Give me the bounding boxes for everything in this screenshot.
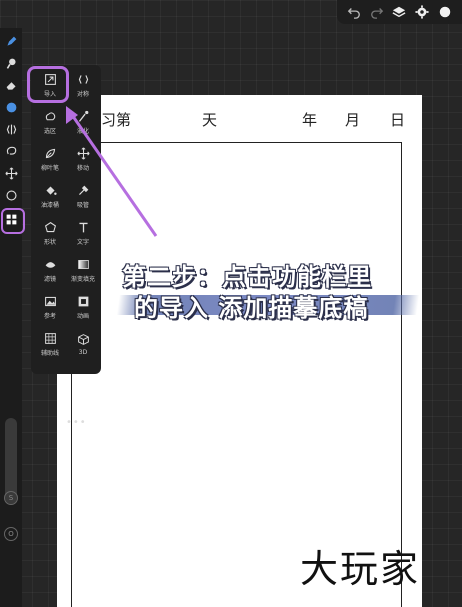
panel-item-reference[interactable]: 参考 <box>34 289 66 325</box>
eyedropper-icon <box>78 185 88 195</box>
move-icon <box>76 146 90 160</box>
symmetry-icon <box>78 74 88 84</box>
month-label: 月 <box>345 111 361 129</box>
caption-line-2: 的导入 添加描摹底稿 <box>134 294 369 322</box>
caption-line-1: 第二步：点击功能栏里 <box>122 263 372 291</box>
panel-item-label: 动画 <box>76 312 89 320</box>
panel-item-paint-bucket[interactable]: 油漆桶 <box>34 178 66 214</box>
top-toolbar <box>337 0 462 24</box>
panel-item-label: 液化 <box>76 127 89 135</box>
color-dot-icon[interactable] <box>2 98 20 116</box>
leaf-pen-icon <box>45 148 55 158</box>
panel-item-3d[interactable]: 3D <box>67 326 99 362</box>
circle-icon[interactable] <box>2 186 20 204</box>
move-icon[interactable] <box>2 164 20 182</box>
canvas-paper[interactable]: 练习第 天 年 月 日 <box>57 95 422 607</box>
panel-item-label: 油漆桶 <box>40 201 59 209</box>
layers-icon[interactable] <box>391 4 407 20</box>
more-icon[interactable]: ••• <box>66 417 87 428</box>
panel-item-liquify[interactable]: 液化 <box>67 104 99 140</box>
color-swatch-icon[interactable] <box>437 4 453 20</box>
paint-bucket-icon <box>45 185 57 195</box>
panel-item-label: 渐变填充 <box>70 275 95 283</box>
selection-icon <box>45 111 55 120</box>
reference-icon <box>44 296 56 306</box>
panel-item-label: 3D <box>78 348 88 356</box>
panel-item-text[interactable]: 文字 <box>67 215 99 251</box>
filter-icon <box>45 261 55 268</box>
smudge-icon[interactable] <box>2 54 20 72</box>
shape-icon <box>44 221 56 232</box>
gradient-icon <box>77 259 89 269</box>
panel-item-filter[interactable]: 滤镜 <box>34 252 66 288</box>
function-panel: 导入 对称 选区 液化 柳叶笔 移动 油漆桶 吸管 形状 文字 滤镜 渐变填充 … <box>31 65 101 428</box>
panel-item-symmetry[interactable]: 对称 <box>67 67 99 103</box>
opacity-indicator: O <box>4 527 18 541</box>
panel-item-eyedropper[interactable]: 吸管 <box>67 178 99 214</box>
panel-item-selection[interactable]: 选区 <box>34 104 66 140</box>
panel-item-label: 对称 <box>76 90 89 98</box>
panel-item-label: 选区 <box>43 127 56 135</box>
guide-icon <box>44 332 56 344</box>
watermark-text: 大玩家 <box>300 547 421 591</box>
panel-item-label: 文字 <box>76 238 89 246</box>
redo-icon[interactable] <box>369 4 385 20</box>
paper-header: 练习第 天 年 月 日 <box>57 109 422 133</box>
eraser-icon[interactable] <box>2 76 20 94</box>
date-label: 日 <box>390 111 406 129</box>
size-indicator: S <box>4 491 18 505</box>
import-highlight <box>27 66 69 103</box>
panel-item-label: 形状 <box>43 238 56 246</box>
panel-item-leaf-pen[interactable]: 柳叶笔 <box>34 141 66 177</box>
symmetry-icon[interactable] <box>2 120 20 138</box>
day-label: 天 <box>202 111 218 129</box>
text-icon <box>78 222 88 232</box>
liquify-icon <box>78 110 88 122</box>
panel-item-guide[interactable]: 辅助线 <box>34 326 66 362</box>
gear-icon[interactable] <box>414 4 430 20</box>
panel-item-label: 柳叶笔 <box>40 164 59 172</box>
panel-item-shape[interactable]: 形状 <box>34 215 66 251</box>
panel-item-label: 滤镜 <box>43 275 56 283</box>
3d-icon <box>77 333 89 345</box>
pen-icon[interactable] <box>2 32 20 50</box>
function-highlight <box>1 208 25 234</box>
left-tool-strip: S O <box>0 28 22 607</box>
animation-icon <box>78 296 88 306</box>
panel-item-animation[interactable]: 动画 <box>67 289 99 325</box>
panel-item-label: 参考 <box>43 312 56 320</box>
panel-item-move[interactable]: 移动 <box>67 141 99 177</box>
panel-item-gradient[interactable]: 渐变填充 <box>67 252 99 288</box>
panel-item-label: 吸管 <box>76 201 89 209</box>
panel-item-label: 移动 <box>76 164 89 172</box>
year-label: 年 <box>302 111 318 129</box>
lasso-icon[interactable] <box>2 142 20 160</box>
panel-item-label: 辅助线 <box>40 349 59 357</box>
undo-icon[interactable] <box>346 4 362 20</box>
instruction-caption: 第二步：点击功能栏里 的导入 添加描摹底稿 <box>110 255 430 330</box>
